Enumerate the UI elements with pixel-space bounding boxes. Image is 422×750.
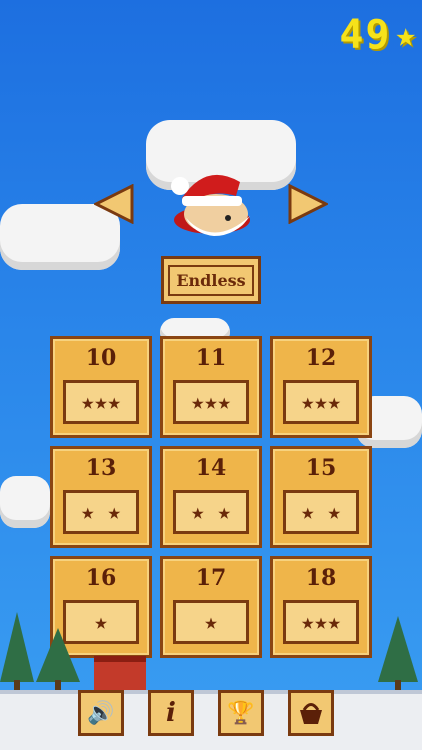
bottom-toolbar: 🔊 i 🏆 (78, 690, 334, 736)
previous-character-button[interactable] (92, 183, 134, 228)
level-tile-12[interactable]: 12 ★★★ (270, 336, 372, 438)
level-tile-14[interactable]: 14 ★ ★ (160, 446, 262, 548)
info-button[interactable]: i (148, 690, 194, 736)
leaderboard-button[interactable]: 🏆 (218, 690, 264, 736)
pine-tree (36, 628, 80, 690)
total-stars-counter: 49 ★ (339, 12, 416, 58)
sound-button[interactable]: 🔊 (78, 690, 124, 736)
level-tile-18[interactable]: 18 ★★★ (270, 556, 372, 658)
level-stars: ★★★ (63, 380, 139, 424)
level-number: 13 (85, 455, 117, 481)
level-tile-15[interactable]: 15 ★ ★ (270, 446, 372, 548)
speaker-icon: 🔊 (87, 700, 115, 726)
level-number: 17 (195, 565, 227, 591)
level-tile-11[interactable]: 11 ★★★ (160, 336, 262, 438)
level-tile-13[interactable]: 13 ★ ★ (50, 446, 152, 548)
trophy-icon: 🏆 (227, 700, 255, 726)
level-number: 12 (305, 345, 337, 371)
level-stars: ★ ★ (283, 490, 359, 534)
level-stars: ★ ★ (173, 490, 249, 534)
level-number: 11 (195, 345, 227, 371)
level-number: 10 (85, 345, 117, 371)
pine-tree (0, 612, 34, 692)
info-icon: i (166, 698, 176, 728)
level-number: 15 (305, 455, 337, 481)
shop-button[interactable] (288, 690, 334, 736)
level-tile-17[interactable]: 17 ★ (160, 556, 262, 658)
cloud (0, 476, 50, 528)
level-stars: ★★★ (283, 380, 359, 424)
level-stars: ★ (173, 600, 249, 644)
level-stars: ★★★ (283, 600, 359, 644)
next-character-button[interactable] (288, 183, 330, 228)
total-stars-value: 49 (339, 12, 392, 58)
star-icon: ★ (395, 15, 416, 55)
basket-icon (300, 703, 322, 724)
level-number: 16 (85, 565, 117, 591)
santa-character (166, 162, 256, 246)
level-tile-10[interactable]: 10 ★★★ (50, 336, 152, 438)
level-number: 18 (305, 565, 337, 591)
pine-tree (378, 616, 418, 692)
level-stars: ★★★ (173, 380, 249, 424)
endless-mode-label: Endless (168, 264, 254, 296)
endless-mode-button[interactable]: Endless (161, 256, 261, 304)
level-stars: ★ ★ (63, 490, 139, 534)
level-number: 14 (195, 455, 227, 481)
